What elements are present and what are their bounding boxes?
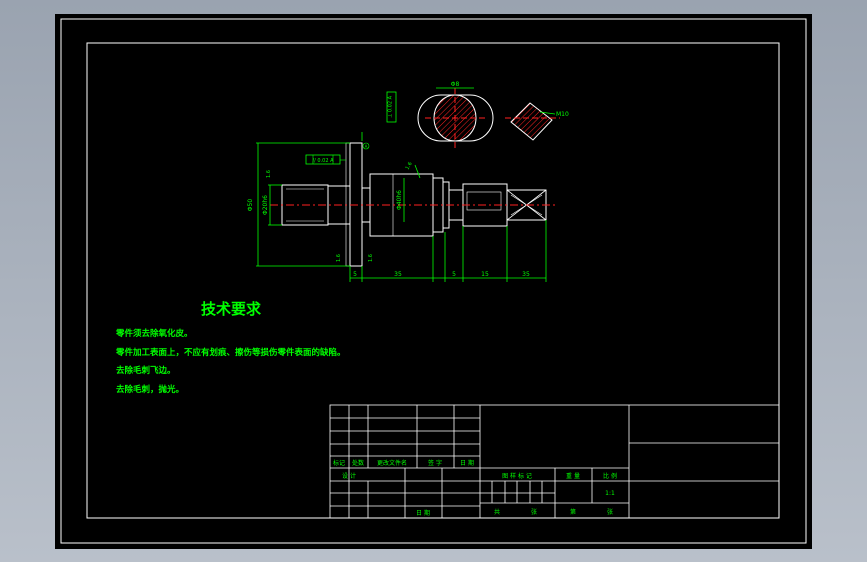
tb-sheets: 张	[531, 508, 537, 516]
datum-label: A	[365, 144, 368, 149]
tb-date: 日 期	[460, 459, 474, 467]
tb-scale-value: 1:1	[605, 490, 615, 497]
roughness-2: 1.6	[336, 254, 342, 262]
tb-design: 设 计	[342, 472, 356, 480]
dim-len-5b: 5	[452, 271, 456, 278]
dim-height-overall: Φ50	[247, 199, 254, 212]
dim-len-5a: 5	[353, 271, 357, 278]
tech-note-2: 零件加工表面上，不应有划痕、擦伤等损伤零件表面的缺陷。	[115, 347, 346, 358]
tech-note-1: 零件须去除氧化皮。	[115, 328, 193, 339]
drawing-sheet: Φ8 M10 ⊥ 0.02 A Φ50 Φ20h6 Φ40h6 5 35 5 1…	[55, 14, 812, 549]
tolerance-vertical-text: ⊥ 0.02 A	[388, 95, 394, 118]
tb-date2: 日 期	[416, 509, 430, 517]
dim-len-15: 15	[481, 271, 489, 278]
tb-total: 共	[494, 508, 500, 516]
tb-weight: 重 量	[566, 472, 580, 480]
roughness-3: 1.6	[368, 254, 374, 262]
tb-sheet-no: 第	[570, 508, 576, 516]
cad-viewport[interactable]: Φ8 M10 ⊥ 0.02 A Φ50 Φ20h6 Φ40h6 5 35 5 1…	[0, 0, 867, 562]
roughness-1: 1.6	[266, 170, 272, 178]
sheet-background	[55, 14, 812, 549]
dim-len-35: 35	[522, 271, 530, 278]
tb-sheets2: 张	[607, 508, 613, 516]
tb-count: 处数	[352, 459, 364, 467]
tb-sign: 签 字	[428, 459, 442, 467]
tech-req-title: 技术要求	[201, 300, 262, 318]
tb-mark: 标记	[333, 459, 345, 467]
tech-note-4: 去除毛刺，抛光。	[116, 384, 184, 395]
tb-scale: 比 例	[603, 472, 617, 480]
dim-dia-mid: Φ40h6	[396, 190, 403, 210]
tech-note-3: 去除毛刺飞边。	[116, 365, 176, 376]
tb-change-file: 更改文件名	[377, 459, 407, 467]
tolerance-frame-text: // 0.02 A	[312, 158, 334, 164]
tb-stage-marks: 图 样 标 记	[502, 472, 532, 480]
dim-len-mid: 35	[394, 271, 402, 278]
dim-section-b: M10	[556, 111, 569, 118]
dim-dia-left: Φ20h6	[262, 195, 269, 215]
dim-section-a: Φ8	[451, 81, 460, 88]
